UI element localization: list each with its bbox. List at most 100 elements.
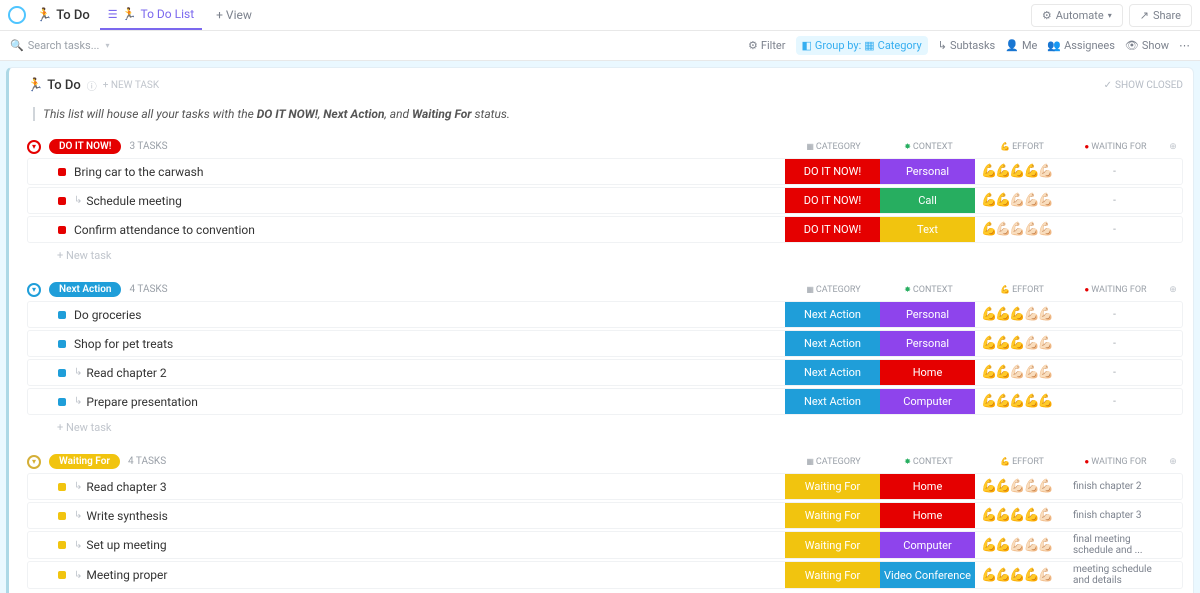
waiting-cell[interactable]: -: [1067, 222, 1162, 237]
waiting-cell[interactable]: final meeting schedule and ...: [1067, 532, 1162, 558]
add-column-button[interactable]: ⊕: [1163, 457, 1183, 467]
context-cell[interactable]: Home: [880, 474, 975, 499]
task-name[interactable]: Shop for pet treats: [74, 337, 785, 351]
status-bullet[interactable]: [58, 168, 66, 176]
status-bullet[interactable]: [58, 398, 66, 406]
task-row[interactable]: ↳ Write synthesis Waiting For Home 💪💪💪💪💪…: [27, 502, 1183, 529]
category-cell[interactable]: Waiting For: [785, 503, 880, 528]
group-toggle[interactable]: ▾: [27, 140, 41, 154]
add-column-button[interactable]: ⊕: [1163, 142, 1183, 152]
assignees-button[interactable]: 👥Assignees: [1047, 39, 1115, 52]
col-effort[interactable]: 💪EFFORT: [976, 142, 1068, 152]
col-waiting[interactable]: ●WAITING FOR: [1068, 142, 1163, 152]
effort-cell[interactable]: 💪💪💪💪💪🏻: [975, 162, 1067, 181]
context-cell[interactable]: Video Conference: [880, 562, 975, 588]
task-name[interactable]: Prepare presentation: [86, 395, 785, 409]
task-name[interactable]: Bring car to the carwash: [74, 165, 785, 179]
waiting-cell[interactable]: finish chapter 2: [1067, 479, 1162, 494]
task-row[interactable]: Do groceries Next Action Personal 💪💪💪💪🏻💪…: [27, 301, 1183, 328]
group-label[interactable]: Next Action: [49, 282, 121, 297]
group-toggle[interactable]: ▾: [27, 283, 41, 297]
group-by-button[interactable]: ◧Group by: ▦ Category: [796, 36, 928, 55]
col-category[interactable]: ▦CATEGORY: [786, 457, 881, 467]
task-row[interactable]: Shop for pet treats Next Action Personal…: [27, 330, 1183, 357]
add-view-button[interactable]: + View: [208, 1, 260, 29]
task-name[interactable]: Schedule meeting: [86, 194, 785, 208]
waiting-cell[interactable]: -: [1067, 193, 1162, 208]
context-cell[interactable]: Personal: [880, 302, 975, 327]
col-context[interactable]: ✸CONTEXT: [881, 142, 976, 152]
waiting-cell[interactable]: meeting schedule and details: [1067, 562, 1162, 588]
task-row[interactable]: ↳ Read chapter 3 Waiting For Home 💪💪💪🏻💪🏻…: [27, 473, 1183, 500]
effort-cell[interactable]: 💪💪💪💪🏻💪🏻: [975, 334, 1067, 353]
effort-cell[interactable]: 💪💪💪💪💪🏻: [975, 506, 1067, 525]
task-row[interactable]: ↳ Schedule meeting DO IT NOW! Call 💪💪💪🏻💪…: [27, 187, 1183, 214]
context-cell[interactable]: Personal: [880, 331, 975, 356]
waiting-cell[interactable]: -: [1067, 164, 1162, 179]
col-waiting[interactable]: ●WAITING FOR: [1068, 457, 1163, 467]
waiting-cell[interactable]: finish chapter 3: [1067, 508, 1162, 523]
me-button[interactable]: 👤Me: [1005, 39, 1037, 52]
task-row[interactable]: ↳ Meeting proper Waiting For Video Confe…: [27, 561, 1183, 589]
group-toggle[interactable]: ▾: [27, 455, 41, 469]
category-cell[interactable]: Next Action: [785, 360, 880, 385]
show-closed-button[interactable]: ✓SHOW CLOSED: [1104, 80, 1183, 91]
share-button[interactable]: ↗Share: [1129, 4, 1192, 27]
col-effort[interactable]: 💪EFFORT: [976, 285, 1068, 295]
effort-cell[interactable]: 💪💪💪🏻💪🏻💪🏻: [975, 363, 1067, 382]
col-effort[interactable]: 💪EFFORT: [976, 457, 1068, 467]
category-cell[interactable]: DO IT NOW!: [785, 188, 880, 213]
status-bullet[interactable]: [58, 571, 66, 579]
effort-cell[interactable]: 💪💪💪🏻💪🏻💪🏻: [975, 191, 1067, 210]
waiting-cell[interactable]: -: [1067, 365, 1162, 380]
task-row[interactable]: Bring car to the carwash DO IT NOW! Pers…: [27, 158, 1183, 185]
context-cell[interactable]: Home: [880, 503, 975, 528]
status-bullet[interactable]: [58, 311, 66, 319]
group-label[interactable]: DO IT NOW!: [49, 139, 121, 154]
status-bullet[interactable]: [58, 512, 66, 520]
effort-cell[interactable]: 💪💪💪💪💪🏻: [975, 566, 1067, 585]
category-cell[interactable]: Waiting For: [785, 532, 880, 558]
more-button[interactable]: ⋯: [1179, 39, 1190, 52]
status-bullet[interactable]: [58, 340, 66, 348]
list-title[interactable]: 🏃To Do: [27, 78, 81, 93]
col-context[interactable]: ✸CONTEXT: [881, 285, 976, 295]
task-row[interactable]: ↳ Read chapter 2 Next Action Home 💪💪💪🏻💪🏻…: [27, 359, 1183, 386]
context-cell[interactable]: Personal: [880, 159, 975, 184]
task-name[interactable]: Meeting proper: [86, 568, 785, 582]
col-context[interactable]: ✸CONTEXT: [881, 457, 976, 467]
status-bullet[interactable]: [58, 226, 66, 234]
category-cell[interactable]: Waiting For: [785, 562, 880, 588]
new-task-button[interactable]: + New task: [27, 417, 1183, 438]
waiting-cell[interactable]: -: [1067, 394, 1162, 409]
effort-cell[interactable]: 💪💪💪💪💪: [975, 392, 1067, 411]
col-waiting[interactable]: ●WAITING FOR: [1068, 285, 1163, 295]
new-task-header-button[interactable]: + NEW TASK: [103, 80, 159, 91]
automate-button[interactable]: ⚙Automate▾: [1031, 4, 1123, 27]
status-bullet[interactable]: [58, 197, 66, 205]
context-cell[interactable]: Text: [880, 217, 975, 242]
context-cell[interactable]: Computer: [880, 389, 975, 414]
status-bullet[interactable]: [58, 541, 66, 549]
task-row[interactable]: Confirm attendance to convention DO IT N…: [27, 216, 1183, 243]
new-task-button[interactable]: + New task: [27, 245, 1183, 266]
status-bullet[interactable]: [58, 483, 66, 491]
context-cell[interactable]: Call: [880, 188, 975, 213]
add-column-button[interactable]: ⊕: [1163, 285, 1183, 295]
search-input[interactable]: 🔍Search tasks...: [10, 39, 99, 52]
group-label[interactable]: Waiting For: [49, 454, 120, 469]
category-cell[interactable]: DO IT NOW!: [785, 159, 880, 184]
info-icon[interactable]: ⓘ: [87, 78, 97, 93]
task-name[interactable]: Read chapter 3: [86, 480, 785, 494]
show-button[interactable]: 👁Show: [1125, 39, 1169, 52]
status-bullet[interactable]: [58, 369, 66, 377]
task-name[interactable]: Write synthesis: [86, 509, 785, 523]
task-row[interactable]: ↳ Set up meeting Waiting For Computer 💪💪…: [27, 531, 1183, 559]
category-cell[interactable]: Next Action: [785, 331, 880, 356]
task-name[interactable]: Confirm attendance to convention: [74, 223, 785, 237]
subtasks-button[interactable]: ↳Subtasks: [938, 39, 996, 52]
task-row[interactable]: ↳ Prepare presentation Next Action Compu…: [27, 388, 1183, 415]
category-cell[interactable]: DO IT NOW!: [785, 217, 880, 242]
tab-todo-list[interactable]: ☰🏃To Do List: [100, 0, 202, 30]
app-logo-icon[interactable]: [8, 6, 26, 24]
